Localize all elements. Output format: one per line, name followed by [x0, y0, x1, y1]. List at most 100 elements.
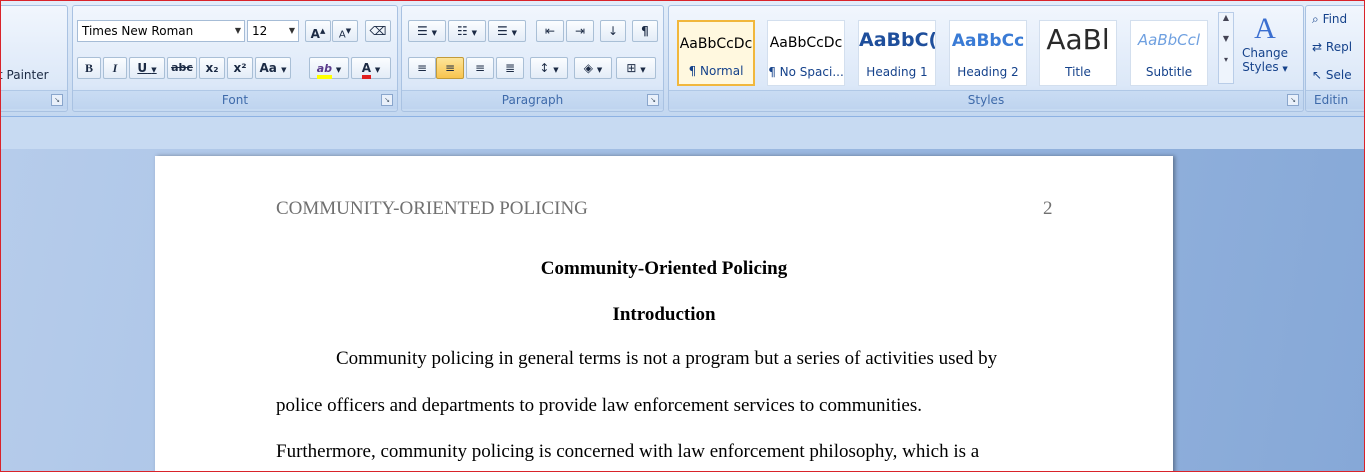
bold-button[interactable]: B — [77, 57, 101, 79]
style-name: Heading 1 — [866, 65, 928, 79]
replace-label: Repl — [1325, 40, 1353, 54]
binoculars-icon: ⌕ — [1312, 12, 1319, 26]
italic-button[interactable]: I — [103, 57, 127, 79]
format-painter-label: t Painter — [0, 68, 49, 82]
chevron-down-icon: ▼ — [234, 26, 241, 35]
styles-launcher-icon[interactable]: ↘ — [1287, 94, 1299, 106]
multilevel-list-icon[interactable]: ☰ ▼ — [488, 20, 526, 42]
styles-group: AaBbCcDc ¶ Normal AaBbCcDc ¶ No Spaci...… — [668, 5, 1304, 112]
style-subtitle[interactable]: AaBbCcl Subtitle — [1130, 20, 1208, 86]
styles-group-label: Styles — [669, 90, 1303, 109]
font-size-combo[interactable]: 12 ▼ — [247, 20, 299, 42]
style-heading-1[interactable]: AaBbC( Heading 1 — [858, 20, 936, 86]
style-sample: AaBbCcl — [1137, 31, 1201, 49]
font-name-value: Times New Roman — [82, 24, 194, 38]
chevron-down-icon: ▼ — [151, 66, 157, 74]
style-sample: AaBbCcDc — [769, 35, 843, 51]
show-marks-button[interactable]: ¶ — [632, 20, 658, 42]
editing-group: ⌕ Find ⇄ Repl ↖ Sele Editin — [1305, 5, 1364, 112]
change-styles-icon: A — [1254, 12, 1276, 45]
document-page[interactable]: COMMUNITY-ORIENTED POLICING 2 Community-… — [155, 156, 1173, 471]
bullets-icon[interactable]: ☰ ▼ — [408, 20, 446, 42]
clipboard-launcher-icon[interactable]: ↘ — [51, 94, 63, 106]
borders-icon[interactable]: ⊞ ▼ — [616, 57, 656, 79]
sort-icon[interactable]: ↓ — [600, 20, 626, 42]
chevron-down-icon: ▼ — [1282, 65, 1288, 73]
chevron-up-icon[interactable]: ▲ — [1219, 13, 1233, 22]
style-heading-2[interactable]: AaBbCc Heading 2 — [949, 20, 1027, 86]
change-case-button[interactable]: Aa ▼ — [255, 57, 291, 79]
bold-label: B — [84, 61, 93, 75]
replace-button[interactable]: ⇄ Repl — [1312, 40, 1352, 54]
font-size-value: 12 — [252, 24, 268, 38]
document-title: Community-Oriented Policing — [540, 258, 788, 279]
paragraph-launcher-icon[interactable]: ↘ — [647, 94, 659, 106]
chevron-down-icon: ▼ — [374, 66, 381, 74]
font-launcher-icon[interactable]: ↘ — [381, 94, 393, 106]
ribbon: t Painter ↘ Times New Roman ▼ 12 ▼ A▲ A▼… — [0, 1, 1364, 117]
style-no-spacing[interactable]: AaBbCcDc ¶ No Spaci... — [767, 20, 845, 86]
line-spacing-icon[interactable]: ↕ ▼ — [530, 57, 568, 79]
cursor-icon: ↖ — [1312, 68, 1323, 82]
gallery-more-icon[interactable]: ▾ — [1219, 55, 1233, 64]
paragraph-line-2: police officers and departments to provi… — [276, 395, 922, 416]
underline-label: U — [137, 61, 148, 75]
grow-font-button[interactable]: A▲ — [305, 20, 331, 42]
style-sample: AaBbCc — [951, 31, 1025, 51]
highlight-button[interactable]: ab ▼ — [309, 57, 349, 79]
increase-indent-icon[interactable]: ⇥ — [566, 20, 594, 42]
gallery-scrollbar[interactable]: ▲ ▼ ▾ — [1218, 12, 1234, 84]
subscript-button[interactable]: x₂ — [199, 57, 225, 79]
paragraph-line-3: Furthermore, community policing is conce… — [276, 441, 980, 462]
paragraph-group: ☰ ▼ ☷ ▼ ☰ ▼ ⇤ ⇥ ↓ ¶ ≡ ≡ ≡ ≣ ↕ ▼ ◈ ▼ ⊞ ▼ … — [401, 5, 664, 112]
italic-label: I — [112, 61, 118, 75]
style-name: ¶ Normal — [688, 64, 744, 78]
align-right-icon[interactable]: ≡ — [466, 57, 494, 79]
style-name: Title — [1065, 65, 1091, 79]
decrease-indent-icon[interactable]: ⇤ — [536, 20, 564, 42]
page-number: 2 — [1043, 198, 1053, 219]
clear-formatting-icon[interactable]: ⌫ — [365, 20, 391, 42]
change-case-label: Aa — [259, 61, 277, 75]
style-sample: AaBl — [1046, 23, 1110, 56]
clipboard-group: t Painter ↘ — [0, 5, 68, 112]
subscript-label: x₂ — [205, 61, 219, 75]
chevron-down-icon: ▼ — [335, 66, 342, 74]
ruler-band — [1, 117, 1364, 149]
shrink-font-button[interactable]: A▼ — [332, 20, 358, 42]
font-name-combo[interactable]: Times New Roman ▼ — [77, 20, 245, 42]
change-styles-label-1: Change — [1242, 46, 1288, 60]
change-styles-button[interactable]: A Change Styles ▼ — [1237, 12, 1293, 90]
style-title[interactable]: AaBl Title — [1039, 20, 1117, 86]
replace-icon: ⇄ — [1312, 40, 1323, 54]
strikethrough-label: abc — [171, 61, 193, 74]
superscript-button[interactable]: x² — [227, 57, 253, 79]
font-group-label: Font — [73, 90, 397, 109]
find-button[interactable]: ⌕ Find — [1312, 12, 1347, 27]
style-normal[interactable]: AaBbCcDc ¶ Normal — [677, 20, 755, 86]
select-label: Sele — [1325, 68, 1352, 82]
find-label: Find — [1322, 12, 1348, 26]
shading-icon[interactable]: ◈ ▼ — [574, 57, 612, 79]
style-sample: AaBbCcDc — [679, 36, 753, 52]
numbering-icon[interactable]: ☷ ▼ — [448, 20, 486, 42]
strikethrough-button[interactable]: abc — [167, 57, 197, 79]
style-name: Subtitle — [1145, 65, 1193, 79]
pilcrow-icon: ¶ — [641, 24, 649, 38]
justify-icon[interactable]: ≣ — [496, 57, 524, 79]
section-heading: Introduction — [612, 304, 716, 325]
underline-button[interactable]: U ▼ — [129, 57, 165, 79]
word-window: t Painter ↘ Times New Roman ▼ 12 ▼ A▲ A▼… — [0, 0, 1365, 472]
editing-group-label: Editin — [1306, 90, 1364, 109]
style-name: ¶ No Spaci... — [768, 65, 844, 79]
font-color-button[interactable]: A ▼ — [351, 57, 391, 79]
align-left-icon[interactable]: ≡ — [408, 57, 436, 79]
font-color-label: A — [361, 61, 372, 79]
chevron-down-icon[interactable]: ▼ — [1219, 34, 1233, 43]
chevron-down-icon: ▼ — [288, 26, 295, 35]
format-painter-button[interactable]: t Painter — [0, 68, 49, 82]
align-center-icon[interactable]: ≡ — [436, 57, 464, 79]
paragraph-line-1: Community policing in general terms is n… — [336, 348, 998, 369]
select-button[interactable]: ↖ Sele — [1312, 68, 1352, 82]
paragraph-group-label: Paragraph — [402, 90, 663, 109]
